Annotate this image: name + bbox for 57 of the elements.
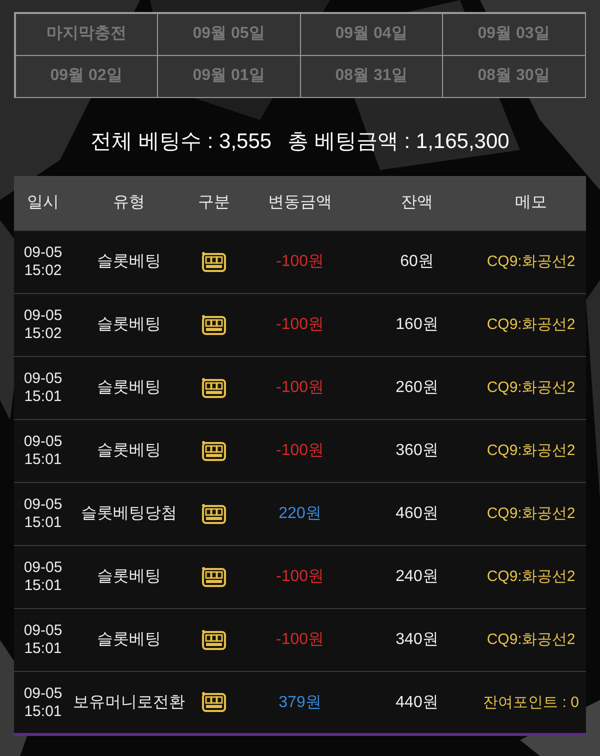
memo-text: CQ9:화공선2 bbox=[486, 316, 576, 333]
balance-text: 60원 bbox=[400, 253, 434, 270]
slot-machine-icon bbox=[201, 376, 227, 399]
balance-text: 260원 bbox=[396, 379, 438, 396]
memo-text: CQ9:화공선2 bbox=[486, 379, 576, 396]
amount-text: 220원 bbox=[278, 505, 322, 522]
balance-text: 440원 bbox=[396, 694, 438, 710]
slot-machine-icon bbox=[201, 628, 227, 651]
balance-text: 460원 bbox=[396, 505, 438, 522]
column-header: 변동금액 bbox=[242, 176, 358, 230]
type-text: 슬롯베팅 bbox=[97, 253, 161, 270]
date-tab[interactable]: 마지막충전 bbox=[14, 12, 158, 56]
column-header: 구분 bbox=[186, 176, 242, 230]
amount-text: -100원 bbox=[276, 379, 324, 396]
memo-text: CQ9:화공선2 bbox=[486, 631, 576, 648]
amount-text: -100원 bbox=[276, 316, 324, 333]
total-bet-count: 전체 베팅수 : 3,555 bbox=[90, 129, 272, 155]
balance-text: 240원 bbox=[396, 568, 438, 585]
type-text: 슬롯베팅 bbox=[97, 568, 161, 585]
type-text: 보유머니로전환 bbox=[73, 694, 185, 710]
slot-machine-icon bbox=[201, 502, 227, 525]
amount-text: -100원 bbox=[276, 631, 324, 648]
type-text: 슬롯베팅 bbox=[97, 442, 161, 459]
memo-text: CQ9:화공선2 bbox=[486, 505, 576, 522]
memo-text: CQ9:화공선2 bbox=[486, 253, 576, 270]
type-text: 슬롯베팅 bbox=[97, 379, 161, 396]
column-header: 일시 bbox=[14, 176, 72, 230]
amount-text: -100원 bbox=[276, 442, 324, 459]
date-time-text: 09-05 15:01 bbox=[22, 684, 64, 720]
total-bet-amount: 총 베팅금액 : 1,165,300 bbox=[288, 129, 510, 155]
slot-machine-icon bbox=[201, 314, 227, 336]
memo-text: CQ9:화공선2 bbox=[486, 442, 576, 459]
amount-text: -100원 bbox=[276, 253, 324, 270]
balance-text: 160원 bbox=[396, 316, 438, 333]
date-time-text: 09-05 15:02 bbox=[22, 244, 64, 280]
date-time-text: 09-05 15:01 bbox=[22, 370, 64, 406]
slot-machine-icon bbox=[201, 440, 227, 462]
slot-machine-icon bbox=[201, 566, 227, 588]
type-text: 슬롯베팅 bbox=[97, 316, 161, 333]
type-text: 슬롯베팅 bbox=[97, 631, 161, 648]
amount-text: 379원 bbox=[278, 694, 322, 710]
balance-text: 340원 bbox=[396, 631, 438, 648]
column-header: 메모 bbox=[476, 176, 586, 230]
slot-machine-icon bbox=[201, 691, 227, 714]
amount-text: -100원 bbox=[276, 568, 324, 585]
date-time-text: 09-05 15:01 bbox=[22, 622, 64, 658]
memo-text: CQ9:화공선2 bbox=[486, 568, 576, 585]
memo-text: 잔여포인트 : 0 bbox=[483, 694, 579, 710]
date-time-text: 09-05 15:02 bbox=[22, 307, 64, 343]
type-text: 슬롯베팅당첨 bbox=[81, 505, 177, 522]
date-time-text: 09-05 15:01 bbox=[22, 496, 64, 532]
date-time-text: 09-05 15:01 bbox=[22, 559, 64, 595]
column-header: 잔액 bbox=[358, 176, 476, 230]
column-header: 유형 bbox=[72, 176, 186, 230]
date-time-text: 09-05 15:01 bbox=[22, 433, 64, 469]
balance-text: 360원 bbox=[396, 442, 438, 459]
slot-machine-icon bbox=[201, 250, 227, 273]
